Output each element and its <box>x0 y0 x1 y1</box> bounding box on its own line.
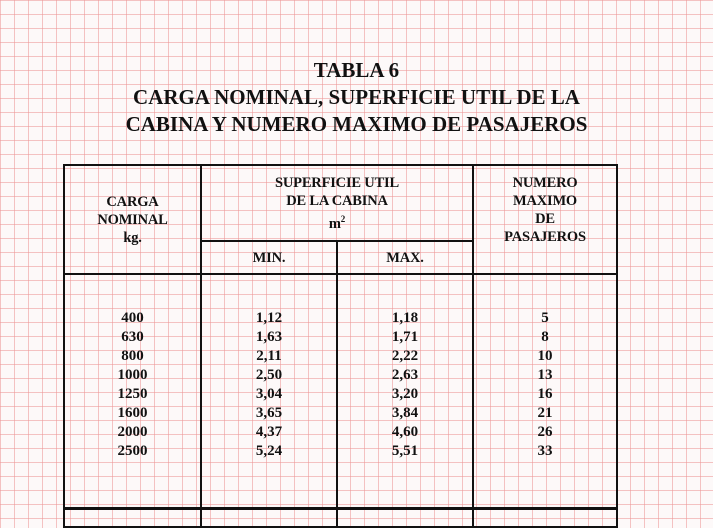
table-cell-max: 4,60 <box>391 424 419 440</box>
table-cell-carga: 400 <box>121 310 144 326</box>
table-cell-max: 2,63 <box>391 367 419 383</box>
header-max: MAX. <box>386 250 424 266</box>
column-carga: 400 630 800 1000 1250 1600 2000 2500 <box>65 309 200 461</box>
table-cell-pasajeros: 21 <box>537 405 553 421</box>
table-cell-min: 1,12 <box>255 310 283 326</box>
table-cell-max: 1,18 <box>391 310 419 326</box>
table-cell-max: 5,51 <box>391 443 419 459</box>
table-cell-pasajeros: 8 <box>541 329 549 345</box>
table-title-line-1: CARGA NOMINAL, SUPERFICIE UTIL DE LA <box>133 85 580 109</box>
header-numero-line-3: DE <box>535 211 555 227</box>
table-cell-carga: 1250 <box>117 386 148 402</box>
header-numero-line-2: MAXIMO <box>512 193 578 209</box>
table-cell-max: 3,20 <box>391 386 419 402</box>
table-cell-carga: 630 <box>121 329 144 345</box>
table-cell-min: 3,04 <box>255 386 283 402</box>
header-rule <box>65 273 616 275</box>
header-superficie-line-1: SUPERFICIE UTIL <box>275 175 399 191</box>
table-cell-carga: 800 <box>121 348 144 364</box>
table-cell-min: 1,63 <box>255 329 283 345</box>
table-cell-min: 4,37 <box>255 424 283 440</box>
table-cell-carga: 2000 <box>117 424 148 440</box>
table-number-title: TABLA 6 <box>313 58 400 82</box>
header-carga-line-1: CARGA <box>106 194 159 210</box>
table-cell-pasajeros: 10 <box>537 348 553 364</box>
column-max: 1,18 1,71 2,22 2,63 3,20 3,84 4,60 5,51 <box>338 309 472 461</box>
table-cell-min: 2,50 <box>255 367 283 383</box>
table-cell-carga: 1600 <box>117 405 148 421</box>
table-title-line-2: CABINA Y NUMERO MAXIMO DE PASAJEROS <box>125 112 588 136</box>
header-carga-unit: kg. <box>123 230 142 246</box>
table-cell-pasajeros: 26 <box>537 424 553 440</box>
table-cell-min: 5,24 <box>255 443 283 459</box>
table-cell-max: 2,22 <box>391 348 419 364</box>
unit-base: m <box>328 215 341 232</box>
column-min: 1,12 1,63 2,11 2,50 3,04 3,65 4,37 5,24 <box>202 309 336 461</box>
table-cell-carga: 1000 <box>117 367 148 383</box>
header-numero-line-1: NUMERO <box>512 175 578 191</box>
table-cell-pasajeros: 33 <box>537 443 553 459</box>
column-pasajeros: 5 8 10 13 16 21 26 33 <box>474 309 616 461</box>
table-cell-min: 3,65 <box>255 405 283 421</box>
header-carga-line-2: NOMINAL <box>97 212 168 228</box>
header-carga-nominal: CARGA NOMINAL kg. <box>65 193 200 247</box>
header-superficie-line-2: DE LA CABINA <box>286 193 388 209</box>
unit-exponent: 2 <box>340 214 346 224</box>
table-cell-min: 2,11 <box>256 348 282 364</box>
data-table: CARGA NOMINAL kg. SUPERFICIE UTIL DE LA … <box>63 164 618 528</box>
header-numero-maximo-pasajeros: NUMERO MAXIMO DE PASAJEROS <box>474 174 616 246</box>
table-cell-max: 3,84 <box>391 405 419 421</box>
table-bottom-rule <box>63 507 616 510</box>
header-min: MIN. <box>252 250 286 266</box>
table-cell-carga: 2500 <box>117 443 148 459</box>
header-superficie-unit: m2 <box>202 210 472 233</box>
header-numero-line-4: PASAJEROS <box>504 229 586 245</box>
table-cell-pasajeros: 5 <box>541 310 549 326</box>
subheader-rule <box>200 240 474 242</box>
table-cell-max: 1,71 <box>391 329 419 345</box>
table-cell-pasajeros: 16 <box>537 386 553 402</box>
table-cell-pasajeros: 13 <box>537 367 553 383</box>
header-superficie-util: SUPERFICIE UTIL DE LA CABINA m2 <box>202 174 472 233</box>
